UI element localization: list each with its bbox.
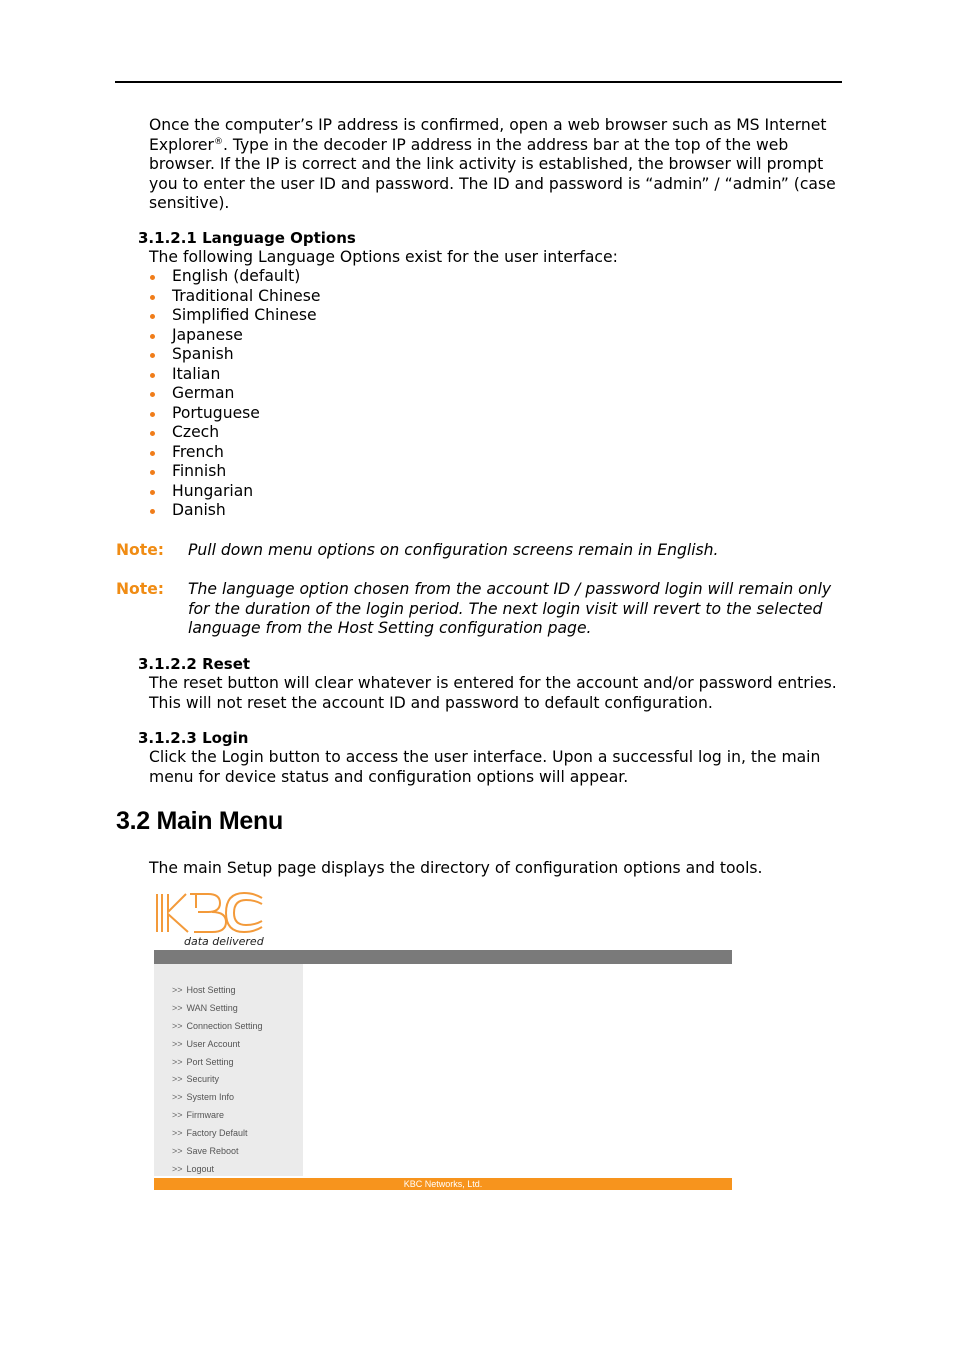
note-label: Note: (116, 541, 165, 559)
double-chevron-right-icon: >> (172, 1146, 183, 1157)
language-name: Czech (172, 423, 220, 441)
list-item: German (149, 384, 320, 404)
bullet-icon (150, 275, 155, 280)
sidebar-item-label: Logout (186, 1163, 215, 1174)
sidebar-menu: >> Host Setting >> WAN Setting >> Connectio… (172, 982, 263, 1179)
bullet-icon (150, 392, 155, 397)
double-chevron-right-icon: >> (172, 1056, 183, 1067)
bullet-icon (150, 431, 155, 436)
double-chevron-right-icon: >> (172, 1002, 183, 1013)
language-name: Simplified Chinese (172, 306, 317, 324)
sidebar-item-label: User Account (186, 1038, 241, 1049)
language-options-lead: The following Language Options exist for… (149, 248, 618, 266)
sidebar-item-factory-default[interactable]: >> Factory Default (172, 1125, 263, 1143)
language-name: Italian (172, 364, 221, 383)
list-item: Finnish (149, 462, 320, 482)
double-chevron-right-icon: >> (172, 1128, 183, 1139)
sidebar-item-label: Port Setting (186, 1056, 234, 1067)
sidebar-item-label: Connection Setting (186, 1020, 263, 1031)
main-menu-heading: 3.2 Main Menu (116, 807, 283, 835)
sidebar-item-label: WAN Setting (186, 1002, 238, 1013)
sidebar-item-save-reboot[interactable]: >> Save Reboot (172, 1143, 263, 1161)
sidebar-item-logout[interactable]: >> Logout (172, 1161, 263, 1179)
sidebar-item-wan-setting[interactable]: >> WAN Setting (172, 1000, 263, 1018)
double-chevron-right-icon: >> (172, 1074, 183, 1085)
bullet-icon (150, 294, 155, 300)
sidebar-item-label: Security (186, 1074, 220, 1085)
list-item: French (149, 443, 320, 463)
login-paragraph: Click the Login button to access the use… (149, 748, 821, 786)
language-list: English (default) Traditional Chinese Si… (149, 267, 320, 521)
sidebar-item-label: Host Setting (186, 985, 236, 995)
reset-paragraph: The reset button will clear whatever is … (149, 674, 837, 712)
main-menu-paragraph: The main Setup page displays the directo… (149, 859, 763, 877)
double-chevron-right-icon: >> (172, 1038, 183, 1049)
bullet-icon (150, 411, 155, 417)
language-name: Traditional Chinese (172, 286, 321, 305)
login-heading: 3.1.2.3 Login (138, 729, 249, 747)
language-name: Danish (172, 501, 226, 519)
bullet-icon (150, 333, 155, 339)
list-item: Spanish (149, 345, 320, 365)
list-item: English (default) (149, 267, 320, 287)
list-item: Traditional Chinese (149, 287, 320, 307)
language-name: German (172, 384, 235, 402)
language-name: Japanese (172, 325, 243, 344)
double-chevron-right-icon: >> (172, 1020, 183, 1031)
sidebar-item-label: System Info (186, 1092, 235, 1103)
double-chevron-right-icon: >> (172, 1110, 183, 1121)
sidebar-item-connection-setting[interactable]: >> Connection Setting (172, 1018, 263, 1036)
reset-heading: 3.1.2.2 Reset (138, 655, 251, 673)
bullet-icon (150, 314, 155, 319)
note-text: The language option chosen from the acco… (188, 580, 832, 637)
double-chevron-right-icon: >> (172, 1092, 183, 1103)
logo-tagline: data delivered (184, 935, 264, 948)
sidebar-item-system-info[interactable]: >> System Info (172, 1089, 263, 1107)
list-item: Hungarian (149, 482, 320, 502)
sidebar-item-security[interactable]: >> Security (172, 1071, 263, 1089)
language-name: English (default) (172, 267, 301, 285)
bullet-icon (150, 450, 155, 456)
registered-mark: ® (213, 136, 223, 147)
double-chevron-right-icon: >> (172, 1163, 183, 1174)
bullet-icon (150, 509, 155, 514)
sidebar-item-label: Factory Default (186, 1128, 248, 1139)
intro-text-continued: . Type in the decoder IP address in the … (149, 135, 836, 213)
header-rule (115, 81, 842, 83)
language-options-heading: 3.1.2.1 Language Options (138, 229, 356, 247)
language-name: Spanish (172, 345, 234, 363)
sidebar: >> Host Setting >> WAN Setting >> Connectio… (154, 964, 303, 1176)
note-label: Note: (116, 580, 165, 598)
language-name: Finnish (172, 462, 227, 480)
intro-paragraph: Once the computer’s IP address is confir… (149, 116, 839, 214)
sidebar-item-firmware[interactable]: >> Firmware (172, 1107, 263, 1125)
list-item: Italian (149, 365, 320, 385)
sidebar-item-label: Save Reboot (186, 1146, 239, 1157)
double-chevron-right-icon: >> (172, 985, 183, 995)
list-item: Portuguese (149, 404, 320, 424)
list-item: Simplified Chinese (149, 306, 320, 326)
list-item: Danish (149, 501, 320, 521)
sidebar-item-port-setting[interactable]: >> Port Setting (172, 1054, 263, 1072)
bullet-icon (150, 372, 155, 378)
bullet-icon (150, 470, 155, 475)
bullet-icon (150, 489, 155, 495)
top-bar (154, 950, 732, 964)
language-name: Portuguese (172, 403, 260, 422)
sidebar-item-label: Firmware (186, 1110, 225, 1121)
main-menu-screenshot: data delivered >> Host Setting >> WAN Sett… (154, 888, 732, 1190)
list-item: Japanese (149, 326, 320, 346)
bullet-icon (150, 353, 155, 358)
note-text: Pull down menu options on configuration … (188, 541, 719, 559)
footer-bar: KBC Networks, Ltd. (154, 1178, 732, 1190)
language-name: Hungarian (172, 481, 254, 500)
sidebar-item-user-account[interactable]: >> User Account (172, 1036, 263, 1054)
sidebar-item-host-setting[interactable]: >> Host Setting (172, 982, 263, 1000)
language-name: French (172, 442, 224, 461)
list-item: Czech (149, 423, 320, 443)
